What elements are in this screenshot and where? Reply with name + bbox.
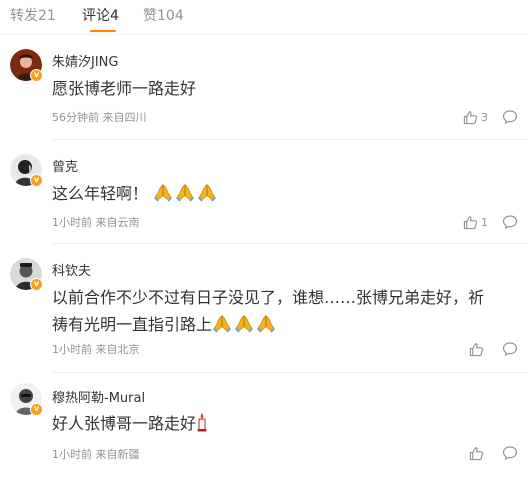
comment-username[interactable]: 朱婧汐JING [52, 51, 118, 70]
comment-text: 以前合作不少不过有日子没见了，谁想……张博兄弟走好，祈祷有光明一直指引路上 [52, 284, 492, 338]
thumb-up-icon [463, 215, 478, 230]
pray-icon [256, 313, 276, 333]
tab-reposts[interactable]: 转发21 [10, 5, 56, 25]
comment-tabs: 转发21 评论4 赞104 [0, 0, 527, 34]
comment-text: 这么年轻啊！ [52, 180, 502, 207]
comment-meta: 1小时前 来自新疆 [52, 448, 140, 461]
reply-bubble-icon[interactable] [502, 109, 518, 125]
comment-text-body: 好人张博哥一路走好 [52, 414, 197, 433]
thumb-up-icon [469, 342, 484, 357]
avatar[interactable]: v [10, 49, 43, 82]
comment-divider [52, 372, 527, 373]
like-count: 3 [481, 110, 488, 124]
comment-text-body: 这么年轻啊！ [52, 184, 149, 203]
verified-badge-icon: v [30, 174, 43, 187]
verified-badge-icon: v [30, 69, 43, 82]
comment-text: 好人张博哥一路走好 [52, 410, 502, 437]
comment-username[interactable]: 曾克 [52, 156, 78, 175]
pray-icon [212, 313, 232, 333]
tab-comments[interactable]: 评论4 [82, 5, 119, 25]
reply-bubble-icon[interactable] [502, 445, 518, 461]
verified-badge-icon: v [30, 403, 43, 416]
avatar[interactable]: v [10, 383, 43, 416]
tab-likes[interactable]: 赞104 [143, 5, 184, 25]
comment-divider [52, 243, 527, 244]
like-button[interactable] [469, 341, 487, 357]
tabs-divider [0, 34, 527, 35]
candle-icon [197, 413, 207, 432]
avatar[interactable]: v [10, 258, 43, 291]
comment-meta: 1小时前 来自北京 [52, 343, 140, 356]
verified-badge-icon: v [30, 278, 43, 291]
comment-divider [52, 139, 527, 140]
thumb-up-icon [469, 446, 484, 461]
comment-meta: 1小时前 来自云南 [52, 216, 140, 229]
pray-icon [234, 313, 254, 333]
reply-bubble-icon[interactable] [502, 341, 518, 357]
like-count: 1 [481, 215, 488, 229]
pray-icon [197, 182, 217, 202]
like-button[interactable] [469, 445, 487, 461]
reply-bubble-icon[interactable] [502, 214, 518, 230]
comment-text-body: 愿张博老师一路走好 [52, 79, 197, 98]
thumb-up-icon [463, 110, 478, 125]
comment-meta: 56分钟前 来自四川 [52, 111, 147, 124]
avatar[interactable]: v [10, 154, 43, 187]
pray-icon [153, 182, 173, 202]
comment-username[interactable]: 科钦夫 [52, 260, 91, 279]
like-button[interactable]: 1 [463, 214, 488, 230]
like-button[interactable]: 3 [463, 109, 488, 125]
active-tab-indicator [90, 30, 116, 32]
comment-username[interactable]: 穆热阿勒-Mural [52, 387, 145, 406]
comment-text: 愿张博老师一路走好 [52, 75, 502, 102]
pray-icon [175, 182, 195, 202]
